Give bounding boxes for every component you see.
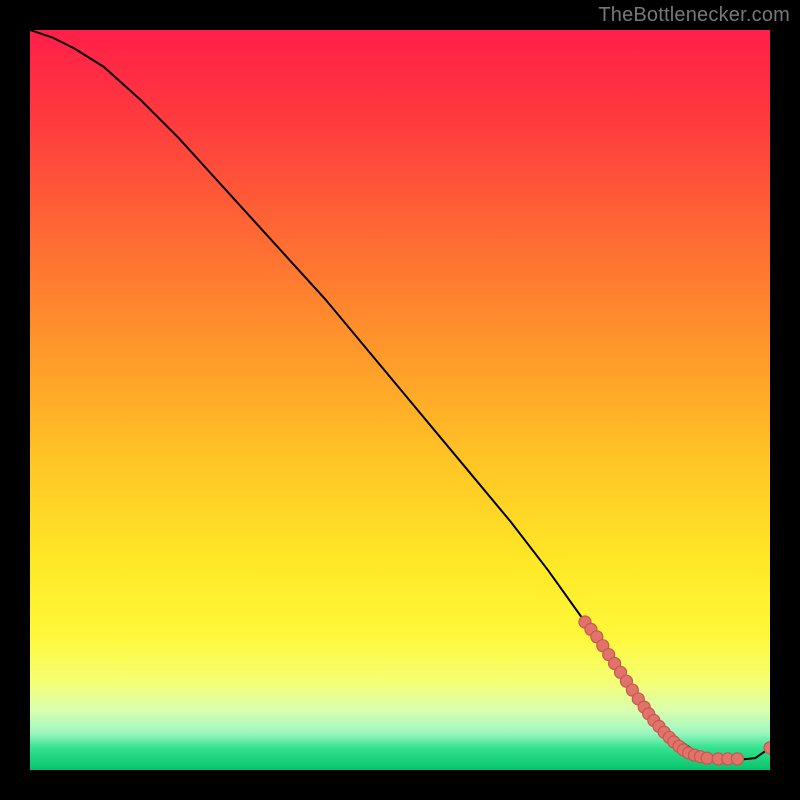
gradient-background xyxy=(30,30,770,770)
watermark-text: TheBottlenecker.com xyxy=(598,4,790,27)
chart-frame: TheBottlenecker.com xyxy=(0,0,800,800)
chart-svg xyxy=(30,30,770,770)
data-point-marker xyxy=(731,753,743,765)
data-point-marker xyxy=(701,752,713,764)
plot-area xyxy=(30,30,770,770)
